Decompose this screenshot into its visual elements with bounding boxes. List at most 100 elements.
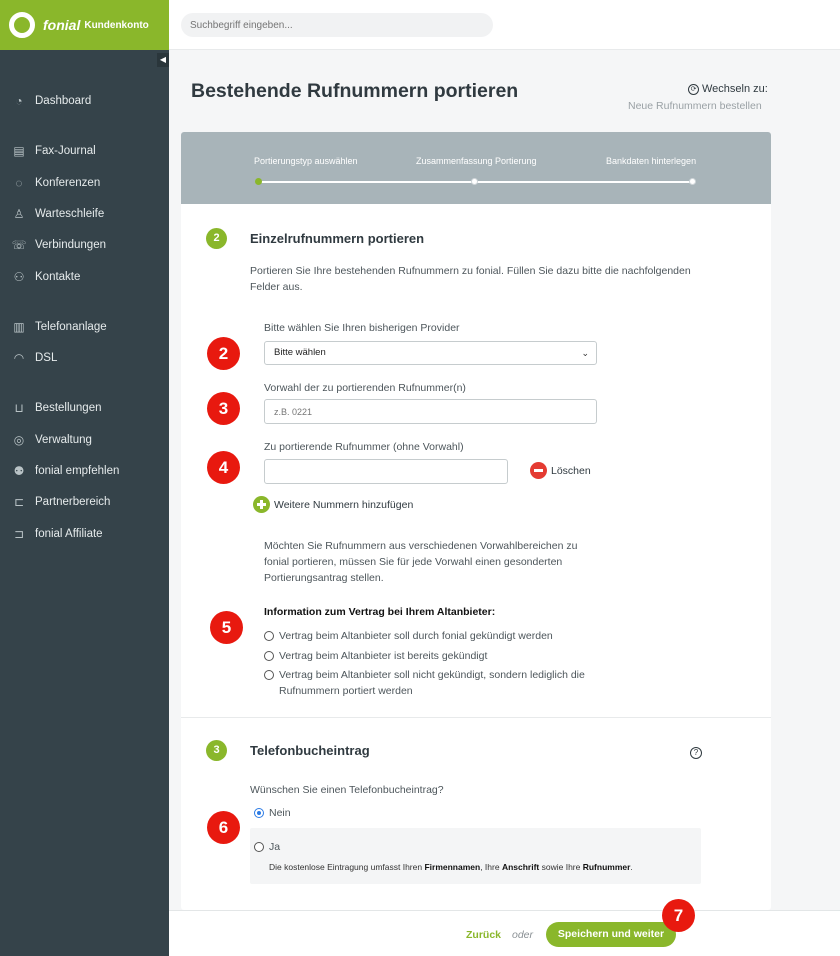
contacts-icon: ⚇	[13, 270, 25, 284]
phonebook-option-no[interactable]: Nein	[254, 805, 291, 821]
section-divider	[181, 717, 771, 718]
radio-button[interactable]	[264, 670, 274, 680]
sidebar-item-fonial-affiliate[interactable]: ⊐ fonial Affiliate	[0, 522, 169, 546]
switch-link-new-numbers[interactable]: Neue Rufnummern bestellen	[628, 100, 762, 112]
phonebook-option-yes[interactable]: Ja	[254, 839, 280, 855]
affiliate-icon: ⊐	[13, 527, 25, 541]
footer-bar	[169, 910, 840, 956]
phone-number-input[interactable]	[264, 459, 508, 484]
sidebar-item-partnerbereich[interactable]: ⊏ Partnerbereich	[0, 490, 169, 514]
cart-icon: ⊔	[14, 401, 24, 415]
switch-label-text: Wechseln zu:	[702, 83, 768, 95]
save-and-continue-button[interactable]: Speichern und weiter	[546, 922, 676, 947]
step-dot	[471, 178, 478, 185]
radio-button[interactable]	[264, 631, 274, 641]
contract-info-label: Information zum Vertrag bei Ihrem Altanb…	[264, 606, 496, 618]
sidebar-item-label: Partnerbereich	[35, 496, 111, 508]
radio-button[interactable]	[264, 651, 274, 661]
radio-button-selected[interactable]	[254, 808, 264, 818]
sidebar-item-telefonanlage[interactable]: ▥ Telefonanlage	[0, 315, 169, 339]
sidebar-item-label: Verwaltung	[35, 434, 92, 446]
hint-text-line: Möchten Sie Rufnummern aus verschiedenen…	[264, 540, 578, 552]
dashboard-icon: ◔	[15, 94, 23, 108]
sidebar-item-label: Konferenzen	[35, 177, 101, 189]
pbx-icon: ▥	[13, 320, 25, 334]
radio-label: Nein	[269, 807, 291, 819]
radio-button[interactable]	[254, 842, 264, 852]
recommend-icon: ⚉	[13, 464, 25, 478]
delete-button[interactable]: Löschen	[551, 465, 591, 477]
annotation-marker: 6	[207, 811, 240, 844]
note-text: sowie Ihre	[539, 862, 583, 872]
sidebar-item-label: Dashboard	[35, 95, 92, 107]
step-label: Portierungstyp auswählen	[254, 156, 358, 166]
intro-text-line: Portieren Sie Ihre bestehenden Rufnummer…	[250, 265, 691, 277]
phone-icon: ☏	[11, 238, 27, 252]
provider-select[interactable]: Bitte wählen ⌄	[264, 341, 597, 365]
note-bold: Anschrift	[501, 862, 540, 872]
brand-subtitle: Kundenkonto	[84, 19, 149, 31]
section-title: Einzelrufnummern portieren	[250, 231, 425, 246]
wifi-icon: ◠	[13, 351, 25, 365]
sidebar-item-konferenzen[interactable]: ◌ Konferenzen	[0, 171, 169, 195]
intro-text-line: Felder aus.	[250, 281, 303, 293]
sidebar-item-label: fonial empfehlen	[35, 465, 120, 477]
sidebar-item-fax-journal[interactable]: ▤ Fax-Journal	[0, 139, 169, 163]
back-button[interactable]: Zurück	[466, 929, 501, 941]
area-code-input[interactable]	[264, 399, 597, 424]
sidebar-item-bestellungen[interactable]: ⊔ Bestellungen	[0, 396, 169, 420]
section-number: 3	[206, 740, 227, 761]
annotation-marker: 7	[662, 899, 695, 932]
sidebar-item-label: Verbindungen	[35, 239, 106, 251]
sidebar-item-kontakte[interactable]: ⚇ Kontakte	[0, 265, 169, 289]
contract-option-already-cancelled[interactable]: Vertrag beim Altanbieter ist bereits gek…	[264, 648, 487, 664]
note-text: Die kostenlose Eintragung umfasst Ihren	[269, 862, 425, 872]
sidebar-item-warteschleife[interactable]: ♙ Warteschleife	[0, 202, 169, 226]
sidebar-item-fonial-empfehlen[interactable]: ⚉ fonial empfehlen	[0, 459, 169, 483]
search-input[interactable]	[181, 13, 493, 37]
sidebar-item-label: DSL	[35, 352, 58, 364]
radio-label: Vertrag beim Altanbieter ist bereits gek…	[279, 650, 488, 662]
queue-icon: ♙	[13, 207, 25, 221]
annotation-marker: 2	[207, 337, 240, 370]
sidebar-item-verwaltung[interactable]: ◎ Verwaltung	[0, 428, 169, 452]
sidebar-item-label: Warteschleife	[35, 208, 105, 220]
contract-option-not-cancelled[interactable]: Vertrag beim Altanbieter soll nicht gekü…	[264, 667, 585, 699]
user-icon: ◎	[13, 433, 25, 447]
collapse-sidebar-icon[interactable]: ◀	[157, 53, 169, 67]
radio-label: Rufnummern portiert werden	[279, 685, 413, 697]
add-icon[interactable]	[253, 496, 270, 513]
phonebook-yes-box	[250, 828, 701, 884]
provider-select-value: Bitte wählen	[274, 347, 326, 358]
add-number-button[interactable]: Weitere Nummern hinzufügen	[274, 499, 413, 511]
note-bold: Rufnummer	[582, 862, 631, 872]
sidebar-item-verbindungen[interactable]: ☏ Verbindungen	[0, 233, 169, 257]
sidebar-item-label: Fax-Journal	[35, 145, 96, 157]
brand-header[interactable]: fonial Kundenkonto	[0, 0, 169, 50]
progress-stepper: Portierungstyp auswählen Zusammenfassung…	[181, 132, 771, 204]
step-label: Zusammenfassung Portierung	[416, 156, 537, 166]
step-dot-active	[255, 178, 262, 185]
page-title: Bestehende Rufnummern portieren	[191, 80, 519, 102]
topbar	[169, 0, 840, 50]
annotation-marker: 5	[210, 611, 243, 644]
phonebook-question: Wünschen Sie einen Telefonbucheintrag?	[250, 784, 444, 796]
note-text: .	[630, 862, 633, 872]
radio-label: Vertrag beim Altanbieter soll nicht gekü…	[279, 669, 585, 681]
annotation-marker: 4	[207, 451, 240, 484]
chevron-down-icon: ⌄	[581, 348, 589, 358]
delete-icon[interactable]	[530, 462, 547, 479]
fax-icon: ▤	[13, 144, 25, 158]
partner-icon: ⊏	[13, 495, 25, 509]
contract-option-fonial-cancels[interactable]: Vertrag beim Altanbieter soll durch foni…	[264, 628, 553, 644]
sidebar-item-dsl[interactable]: ◠ DSL	[0, 346, 169, 370]
area-code-label: Vorwahl der zu portierenden Rufnummer(n)	[264, 382, 466, 394]
sidebar-item-dashboard[interactable]: ◔ Dashboard	[0, 89, 169, 113]
sidebar-item-label: Kontakte	[35, 271, 81, 283]
section-title: Telefonbucheintrag	[250, 743, 370, 758]
or-text: oder	[512, 929, 534, 941]
radio-label: Vertrag beim Altanbieter soll durch foni…	[279, 630, 553, 642]
step-dot	[689, 178, 696, 185]
brand-name: fonial	[43, 17, 81, 33]
help-icon[interactable]: ?	[690, 747, 702, 759]
